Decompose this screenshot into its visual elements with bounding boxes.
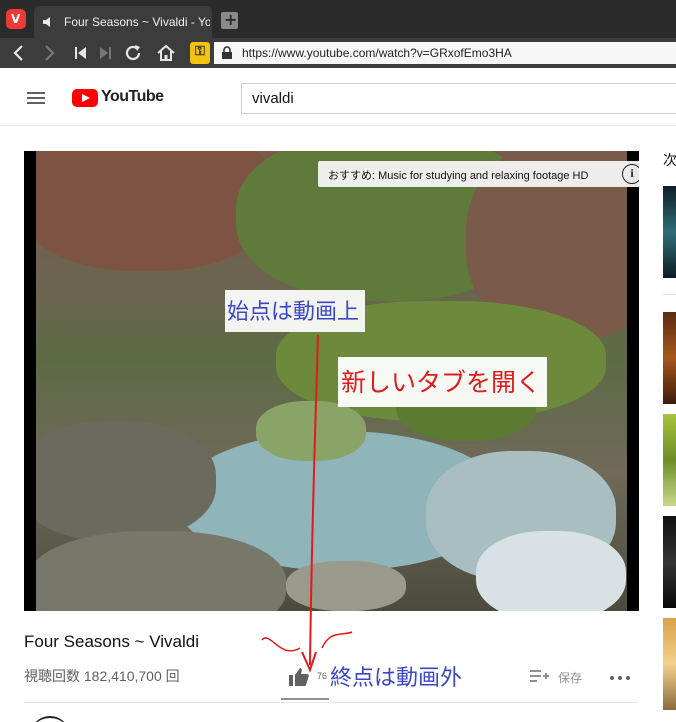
view-count: 視聴回数 182,410,700 回 xyxy=(24,668,180,684)
url-field[interactable]: https://www.youtube.com/watch?v=GRxofEmo… xyxy=(214,42,676,64)
sidebar-thumbnail[interactable] xyxy=(663,516,676,608)
like-button[interactable]: 76 xyxy=(282,664,330,688)
search-input[interactable]: vivaldi xyxy=(241,83,676,114)
vivaldi-logo-letter: V xyxy=(11,12,21,26)
more-actions-icon[interactable] xyxy=(608,670,632,686)
speaker-icon[interactable] xyxy=(42,16,56,28)
annotation-open-new-tab: 新しいタブを開く xyxy=(338,357,548,407)
like-count: 76 xyxy=(317,671,328,681)
thumbs-up-icon xyxy=(289,668,309,686)
key-icon[interactable]: ⚿ xyxy=(190,42,210,64)
rewind-icon[interactable] xyxy=(70,42,92,64)
home-icon[interactable] xyxy=(155,42,177,64)
sidebar-thumbnail[interactable] xyxy=(663,186,676,278)
youtube-header: YouTube vivaldi xyxy=(0,68,676,126)
recommendation-text: おすすめ: Music for studying and relaxing fo… xyxy=(328,170,589,182)
new-tab-button[interactable]: + xyxy=(221,10,238,29)
menu-icon[interactable] xyxy=(27,92,45,104)
sentiment-bar xyxy=(281,698,329,700)
browser-tab[interactable]: Four Seasons ~ Vivaldi - YouTube xyxy=(34,6,212,38)
browser-tab-bar: V Four Seasons ~ Vivaldi - YouTube + xyxy=(0,0,676,38)
youtube-logo-text: YouTube xyxy=(101,88,164,105)
plus-icon: + xyxy=(224,10,238,29)
divider xyxy=(24,702,638,703)
channel-avatar[interactable] xyxy=(30,716,70,722)
fast-forward-icon[interactable] xyxy=(94,42,116,64)
sidebar-thumbnail[interactable] xyxy=(663,618,676,710)
sidebar-thumbnail[interactable] xyxy=(663,414,676,506)
save-label: 保存 xyxy=(558,671,583,685)
sidebar-thumbnail[interactable] xyxy=(663,312,676,404)
tab-title: Four Seasons ~ Vivaldi - YouTube xyxy=(64,15,210,29)
annotation-end-point: 終点は動画外 xyxy=(330,666,463,691)
sidebar-divider xyxy=(663,294,676,295)
youtube-play-icon xyxy=(72,89,98,107)
vivaldi-logo[interactable]: V xyxy=(6,9,26,29)
drag-gesture-arrow xyxy=(261,334,353,673)
playlist-add-icon xyxy=(530,670,549,682)
recommendation-chip[interactable]: おすすめ: Music for studying and relaxing fo… xyxy=(318,161,639,187)
save-button[interactable]: 保存 xyxy=(530,666,590,688)
annotation-start-point: 始点は動画上 xyxy=(225,290,366,332)
lock-icon xyxy=(222,46,232,59)
back-icon[interactable] xyxy=(8,42,30,64)
forward-icon[interactable] xyxy=(38,42,60,64)
url-text: https://www.youtube.com/watch?v=GRxofEmo… xyxy=(242,46,512,60)
up-next-label: 次 xyxy=(663,153,676,169)
video-title: Four Seasons ~ Vivaldi xyxy=(24,632,199,651)
info-icon[interactable]: i xyxy=(622,164,639,184)
reload-icon[interactable] xyxy=(122,42,144,64)
